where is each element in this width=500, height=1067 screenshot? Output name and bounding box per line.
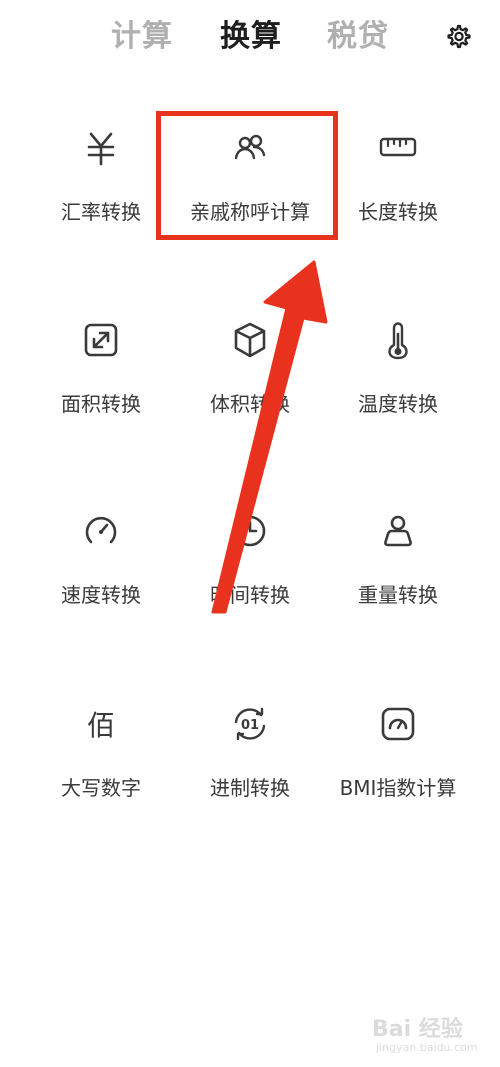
area-item[interactable]: 面积转换 [26,320,176,440]
ruler-icon [379,137,417,157]
yen-icon [87,132,115,166]
gear-icon[interactable] [443,22,473,52]
weight-icon [384,515,412,547]
length-item[interactable]: 长度转换 [323,128,473,248]
temperature-item[interactable]: 温度转换 [323,320,473,440]
bmi-gauge-icon [381,707,415,741]
speed-item[interactable]: 速度转换 [26,511,176,631]
base-convert-item[interactable]: 01 进制转换 [175,704,325,824]
exchange-rate-item[interactable]: 汇率转换 [26,128,176,248]
svg-text:佰: 佰 [87,709,115,742]
area-label: 面积转换 [61,392,141,416]
time-label: 时间转换 [210,583,290,607]
watermark-subtext: jingyan.baidu.com [376,1041,478,1054]
volume-item[interactable]: 体积转换 [175,320,325,440]
cube-icon [234,322,266,358]
speed-label: 速度转换 [61,583,141,607]
bai-char-icon: 佰 [87,709,115,742]
thermometer-icon [388,322,408,360]
length-label: 长度转换 [358,200,438,224]
speedometer-icon [85,516,117,544]
temperature-label: 温度转换 [358,392,438,416]
weight-item[interactable]: 重量转换 [323,511,473,631]
tab-calculate[interactable]: 计算 [111,14,173,60]
bmi-item[interactable]: BMI指数计算 [323,704,473,824]
watermark-text: Bai 经验 [372,1017,463,1042]
capital-number-item[interactable]: 佰 大写数字 [26,704,176,824]
highlight-box [156,111,338,240]
clock-icon [234,515,266,547]
svg-text:01: 01 [241,718,259,733]
expand-square-icon [84,323,118,357]
watermark: Bai 经验 jingyan.baidu.com [370,1007,490,1057]
top-tabs: 计算 换算 税贷 [0,14,500,62]
volume-label: 体积转换 [210,392,290,416]
time-item[interactable]: 时间转换 [175,511,325,631]
weight-label: 重量转换 [358,583,438,607]
base-convert-label: 进制转换 [210,776,290,800]
bmi-label: BMI指数计算 [339,776,457,800]
tab-tax-loan[interactable]: 税贷 [327,14,389,60]
tab-convert[interactable]: 换算 [220,14,282,60]
capital-number-label: 大写数字 [61,776,141,800]
binary-rotate-icon: 01 [234,707,266,741]
